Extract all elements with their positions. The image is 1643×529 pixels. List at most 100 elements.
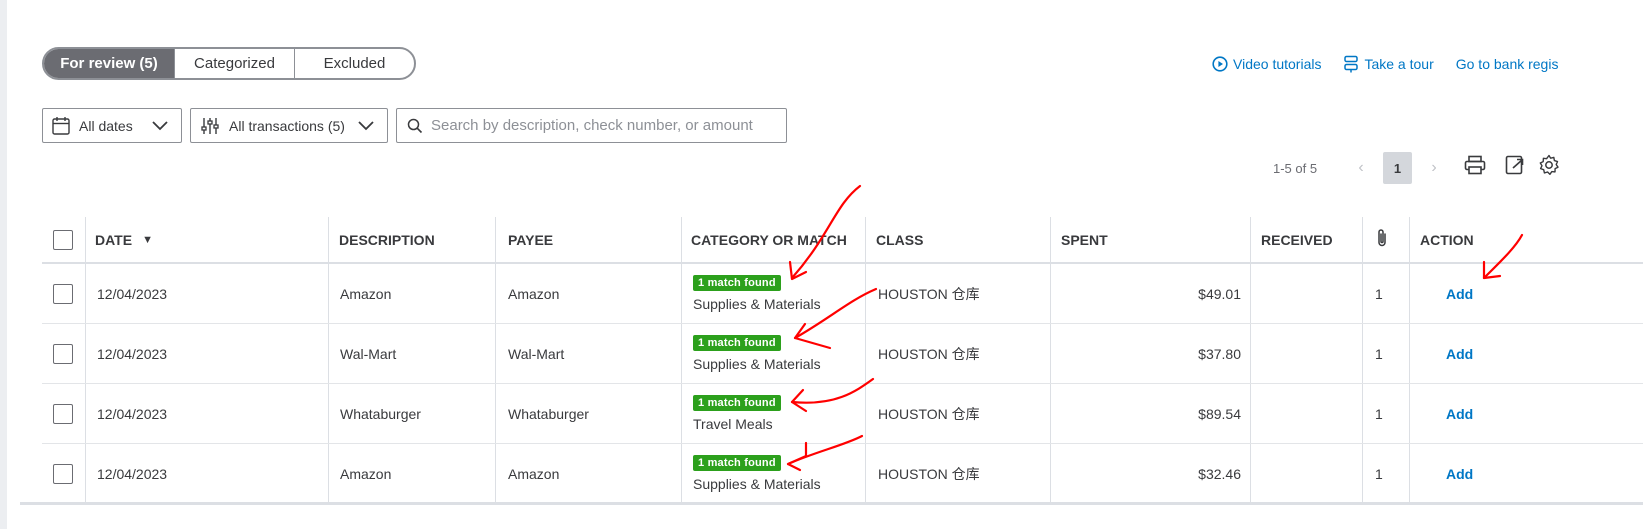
pagination: 1-5 of 5 ‹ 1 › — [1273, 152, 1444, 184]
tab-categorized[interactable]: Categorized — [175, 49, 295, 78]
class-cell[interactable]: HOUSTON 仓库 — [878, 264, 980, 323]
chevron-down-icon — [357, 119, 375, 131]
row-checkbox[interactable] — [53, 343, 73, 364]
table-row[interactable]: 12/04/2023 Wal-Mart Wal-Mart 1 match fou… — [42, 324, 1643, 384]
spent-cell: $49.01 — [1198, 285, 1241, 302]
category-cell[interactable]: 1 match found Supplies & Materials — [693, 264, 821, 323]
category-cell[interactable]: 1 match found Travel Meals — [693, 384, 781, 443]
video-tutorials-link[interactable]: Video tutorials — [1212, 55, 1321, 73]
match-badge: 1 match found — [693, 395, 781, 411]
date-header[interactable]: DATE ▼ — [95, 217, 153, 262]
export-icon — [1505, 155, 1525, 180]
payee-header[interactable]: PAYEE — [508, 217, 553, 262]
date-cell: 12/04/2023 — [97, 465, 168, 482]
column-divider — [495, 444, 496, 503]
export-button[interactable] — [1503, 155, 1527, 179]
spent-header[interactable]: SPENT — [1061, 217, 1108, 262]
column-divider — [1250, 264, 1251, 323]
print-button[interactable] — [1463, 155, 1487, 179]
column-divider — [1362, 384, 1363, 443]
class-header[interactable]: CLASS — [876, 217, 923, 262]
current-page[interactable]: 1 — [1383, 152, 1412, 184]
spent-cell: $32.46 — [1198, 465, 1241, 482]
prev-page-button[interactable]: ‹ — [1351, 159, 1371, 177]
row-select-cell — [53, 444, 73, 503]
column-divider — [865, 384, 866, 443]
category-cell[interactable]: 1 match found Supplies & Materials — [693, 444, 821, 503]
take-tour-link[interactable]: Take a tour — [1343, 55, 1434, 73]
date-filter-label: All dates — [79, 117, 133, 134]
column-divider — [1250, 444, 1251, 503]
description-header[interactable]: DESCRIPTION — [339, 217, 435, 262]
date-cell: 12/04/2023 — [97, 405, 168, 422]
table-bottom-border — [20, 502, 1643, 505]
column-divider — [1362, 264, 1363, 323]
add-button[interactable]: Add — [1446, 384, 1473, 443]
column-divider — [85, 384, 86, 443]
column-divider — [1409, 384, 1410, 443]
class-cell[interactable]: HOUSTON 仓库 — [878, 324, 980, 383]
category-cell[interactable]: 1 match found Supplies & Materials — [693, 324, 821, 383]
category-header[interactable]: CATEGORY OR MATCH — [691, 217, 847, 262]
row-checkbox[interactable] — [53, 463, 73, 484]
column-divider — [1250, 324, 1251, 383]
spent-cell: $89.54 — [1198, 405, 1241, 422]
bank-register-link[interactable]: Go to bank regis — [1456, 55, 1559, 73]
row-checkbox[interactable] — [53, 283, 73, 304]
add-button[interactable]: Add — [1446, 444, 1473, 503]
column-divider — [1409, 444, 1410, 503]
column-divider — [495, 264, 496, 323]
select-all-checkbox[interactable] — [53, 229, 73, 250]
column-divider — [865, 217, 866, 262]
tab-for-review[interactable]: For review (5) — [44, 49, 175, 78]
table-row[interactable]: 12/04/2023 Whataburger Whataburger 1 mat… — [42, 384, 1643, 444]
attachment-header — [1376, 217, 1388, 262]
received-header[interactable]: RECEIVED — [1261, 217, 1333, 262]
date-filter-dropdown[interactable]: All dates — [42, 108, 182, 143]
match-badge: 1 match found — [693, 455, 781, 471]
column-divider — [1409, 264, 1410, 323]
payee-cell: Whataburger — [508, 405, 589, 422]
column-divider — [85, 444, 86, 503]
left-edge-strip — [0, 0, 7, 529]
table-row[interactable]: 12/04/2023 Amazon Amazon 1 match found S… — [42, 264, 1643, 324]
column-divider — [681, 384, 682, 443]
attachment-count[interactable]: 1 — [1375, 324, 1383, 383]
payee-cell: Amazon — [508, 465, 560, 482]
action-header: ACTION — [1420, 231, 1474, 248]
column-divider — [328, 444, 329, 503]
tab-excluded[interactable]: Excluded — [295, 49, 414, 78]
next-page-button[interactable]: › — [1424, 159, 1444, 177]
transactions-table: DATE ▼ DESCRIPTION PAYEE CATEGORY OR MAT… — [42, 217, 1643, 504]
row-checkbox[interactable] — [53, 403, 73, 424]
add-button[interactable]: Add — [1446, 264, 1473, 323]
column-divider — [1362, 324, 1363, 383]
description-cell: Amazon — [340, 285, 392, 302]
class-cell[interactable]: HOUSTON 仓库 — [878, 444, 980, 503]
column-divider — [865, 444, 866, 503]
settings-button[interactable] — [1537, 154, 1561, 181]
attachment-count[interactable]: 1 — [1375, 384, 1383, 443]
column-divider — [495, 324, 496, 383]
column-divider — [681, 264, 682, 323]
table-row[interactable]: 12/04/2023 Amazon Amazon 1 match found S… — [42, 444, 1643, 504]
date-header-label: DATE — [95, 231, 133, 248]
column-divider — [1250, 384, 1251, 443]
sliders-icon — [200, 116, 220, 136]
gear-icon — [1538, 154, 1560, 181]
search-box — [396, 108, 787, 143]
search-input[interactable] — [431, 117, 781, 134]
search-icon — [407, 118, 423, 134]
class-cell[interactable]: HOUSTON 仓库 — [878, 384, 980, 443]
column-divider — [1250, 217, 1251, 262]
transactions-filter-dropdown[interactable]: All transactions (5) — [190, 108, 388, 143]
signpost-icon — [1343, 55, 1359, 73]
category-text: Supplies & Materials — [693, 356, 821, 372]
attachment-count[interactable]: 1 — [1375, 264, 1383, 323]
category-text: Supplies & Materials — [693, 476, 821, 492]
column-divider — [1050, 217, 1051, 262]
attachment-count[interactable]: 1 — [1375, 444, 1383, 503]
select-all-cell — [53, 217, 73, 262]
add-button[interactable]: Add — [1446, 324, 1473, 383]
header-links: Video tutorials Take a tour Go to bank r… — [1212, 55, 1558, 73]
